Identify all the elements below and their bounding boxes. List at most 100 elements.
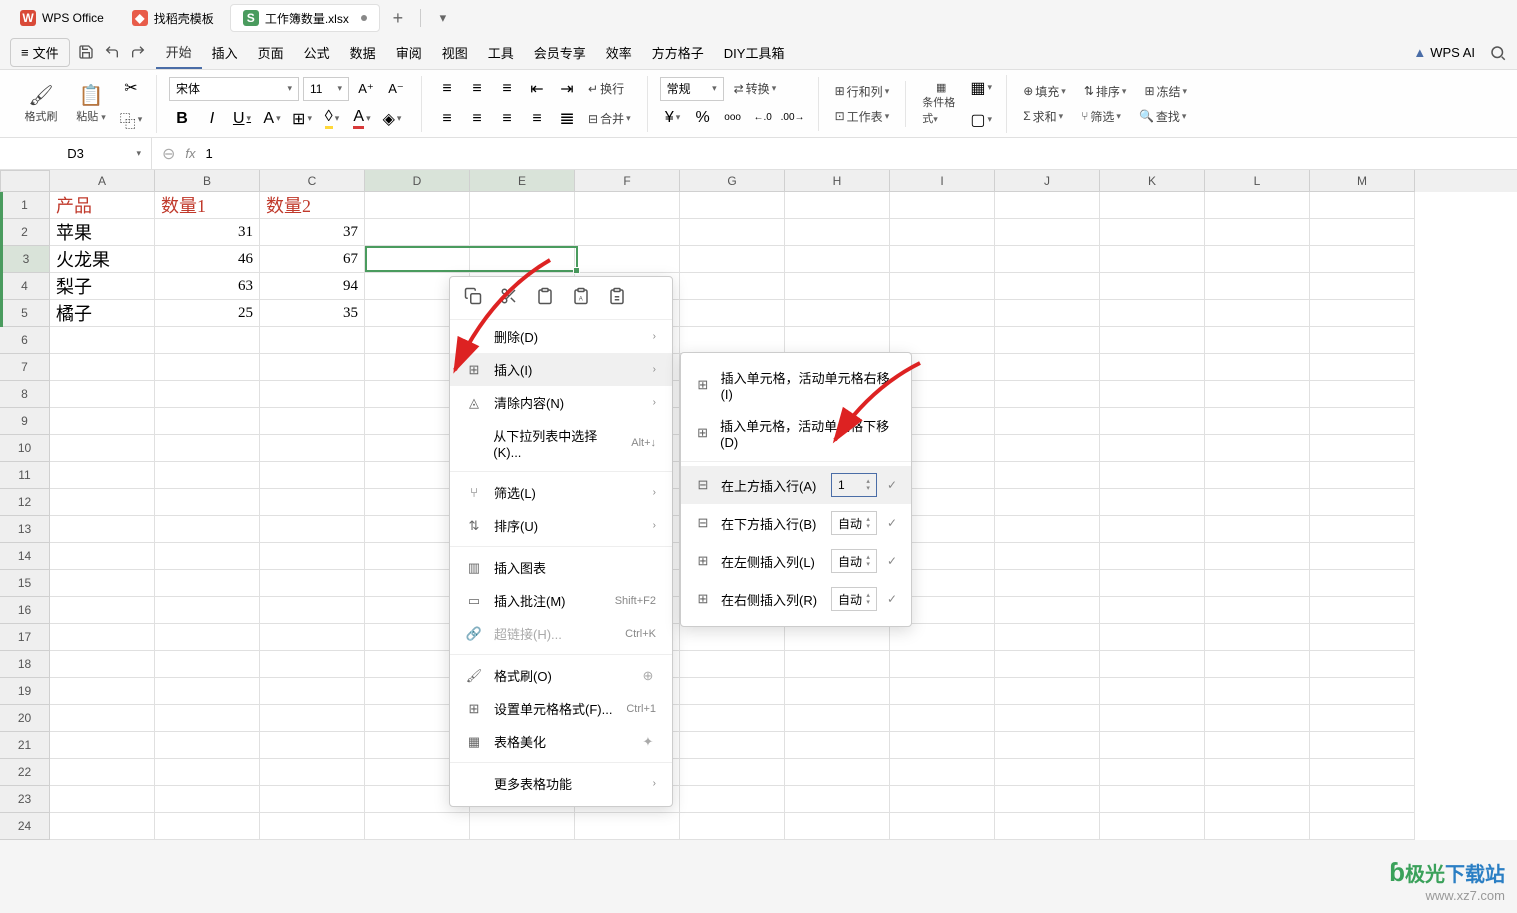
fill-button[interactable]: ⊕填充▾ (1019, 81, 1070, 102)
cell-J5[interactable] (995, 300, 1100, 327)
cell-C13[interactable] (260, 516, 365, 543)
cell-C3[interactable]: 67 (260, 246, 365, 273)
convert-button[interactable]: ⇄转换▾ (730, 78, 781, 99)
row-header-7[interactable]: 7 (0, 354, 50, 381)
cell-B22[interactable] (155, 759, 260, 786)
row-header-21[interactable]: 21 (0, 732, 50, 759)
cell-M18[interactable] (1310, 651, 1415, 678)
cell-J24[interactable] (995, 813, 1100, 840)
cell-K23[interactable] (1100, 786, 1205, 813)
cell-B2[interactable]: 31 (155, 219, 260, 246)
cell-I24[interactable] (890, 813, 995, 840)
cell-B1[interactable]: 数量1 (155, 192, 260, 219)
cell-M5[interactable] (1310, 300, 1415, 327)
cell-K19[interactable] (1100, 678, 1205, 705)
cell-B19[interactable] (155, 678, 260, 705)
row-header-14[interactable]: 14 (0, 543, 50, 570)
cell-H4[interactable] (785, 273, 890, 300)
cell-B7[interactable] (155, 354, 260, 381)
row-header-1[interactable]: 1 (0, 192, 50, 219)
cell-A2[interactable]: 苹果 (50, 219, 155, 246)
worksheet-button[interactable]: ⊡工作表▾ (831, 106, 894, 127)
cell-L21[interactable] (1205, 732, 1310, 759)
cell-A4[interactable]: 梨子 (50, 273, 155, 300)
cell-C22[interactable] (260, 759, 365, 786)
cell-I5[interactable] (890, 300, 995, 327)
cell-H22[interactable] (785, 759, 890, 786)
cell-L3[interactable] (1205, 246, 1310, 273)
col-header-K[interactable]: K (1100, 170, 1205, 192)
find-button[interactable]: 🔍查找▾ (1135, 106, 1191, 127)
cell-style-icon[interactable]: ▢▾ (968, 107, 994, 133)
cell-M4[interactable] (1310, 273, 1415, 300)
cell-K17[interactable] (1100, 624, 1205, 651)
cell-L17[interactable] (1205, 624, 1310, 651)
paste-icon[interactable] (536, 287, 558, 309)
align-bottom-icon[interactable]: ≡ (494, 76, 520, 102)
cell-G18[interactable] (680, 651, 785, 678)
underline-icon[interactable]: U▾ (229, 106, 255, 132)
cell-C8[interactable] (260, 381, 365, 408)
cell-E24[interactable] (470, 813, 575, 840)
spinner-icon[interactable]: ▴▾ (866, 478, 870, 492)
sub-insert-row-below[interactable]: ⊟ 在下方插入行(B) 自动▴▾ ✓ (681, 504, 911, 542)
cell-K18[interactable] (1100, 651, 1205, 678)
cell-M10[interactable] (1310, 435, 1415, 462)
cell-M3[interactable] (1310, 246, 1415, 273)
cell-B15[interactable] (155, 570, 260, 597)
cell-J13[interactable] (995, 516, 1100, 543)
cell-K2[interactable] (1100, 219, 1205, 246)
cell-M15[interactable] (1310, 570, 1415, 597)
cell-L20[interactable] (1205, 705, 1310, 732)
cell-B4[interactable]: 63 (155, 273, 260, 300)
cell-J16[interactable] (995, 597, 1100, 624)
currency-icon[interactable]: ¥▾ (660, 105, 686, 131)
menu-view[interactable]: 视图 (432, 37, 478, 68)
cell-L18[interactable] (1205, 651, 1310, 678)
cell-A21[interactable] (50, 732, 155, 759)
formula-input[interactable]: 1 (206, 146, 213, 161)
row-header-18[interactable]: 18 (0, 651, 50, 678)
cell-L15[interactable] (1205, 570, 1310, 597)
cell-A23[interactable] (50, 786, 155, 813)
col-count-input[interactable]: 自动▴▾ (831, 587, 877, 611)
cell-C10[interactable] (260, 435, 365, 462)
ctx-format-painter[interactable]: 🖌格式刷(O) ⊕ (450, 659, 672, 692)
cell-J4[interactable] (995, 273, 1100, 300)
cell-F1[interactable] (575, 192, 680, 219)
cell-I21[interactable] (890, 732, 995, 759)
cell-C20[interactable] (260, 705, 365, 732)
cell-B16[interactable] (155, 597, 260, 624)
save-icon[interactable] (78, 44, 96, 62)
cell-J6[interactable] (995, 327, 1100, 354)
cell-I4[interactable] (890, 273, 995, 300)
cell-B20[interactable] (155, 705, 260, 732)
cell-A24[interactable] (50, 813, 155, 840)
cell-C15[interactable] (260, 570, 365, 597)
indent-left-icon[interactable]: ⇤ (524, 76, 550, 102)
ctx-insert-chart[interactable]: ▥插入图表 (450, 551, 672, 584)
cell-A3[interactable]: 火龙果 (50, 246, 155, 273)
cell-A11[interactable] (50, 462, 155, 489)
cell-B11[interactable] (155, 462, 260, 489)
cell-K15[interactable] (1100, 570, 1205, 597)
cell-M8[interactable] (1310, 381, 1415, 408)
menu-tools[interactable]: 工具 (478, 37, 524, 68)
cell-A14[interactable] (50, 543, 155, 570)
col-header-A[interactable]: A (50, 170, 155, 192)
cell-G19[interactable] (680, 678, 785, 705)
cell-J23[interactable] (995, 786, 1100, 813)
cell-D3[interactable] (365, 246, 470, 273)
file-menu[interactable]: ≡ 文件 (10, 38, 70, 67)
cell-I1[interactable] (890, 192, 995, 219)
align-left-icon[interactable]: ≡ (434, 106, 460, 132)
increase-font-icon[interactable]: A⁺ (353, 76, 379, 102)
cell-F2[interactable] (575, 219, 680, 246)
row-count-input[interactable]: 自动▴▾ (831, 511, 877, 535)
sub-insert-shift-down[interactable]: ⊞ 插入单元格，活动单元格下移(D) (681, 409, 911, 457)
cell-A20[interactable] (50, 705, 155, 732)
cell-L5[interactable] (1205, 300, 1310, 327)
col-header-I[interactable]: I (890, 170, 995, 192)
spinner-icon[interactable]: ▴▾ (866, 554, 870, 568)
cell-C17[interactable] (260, 624, 365, 651)
